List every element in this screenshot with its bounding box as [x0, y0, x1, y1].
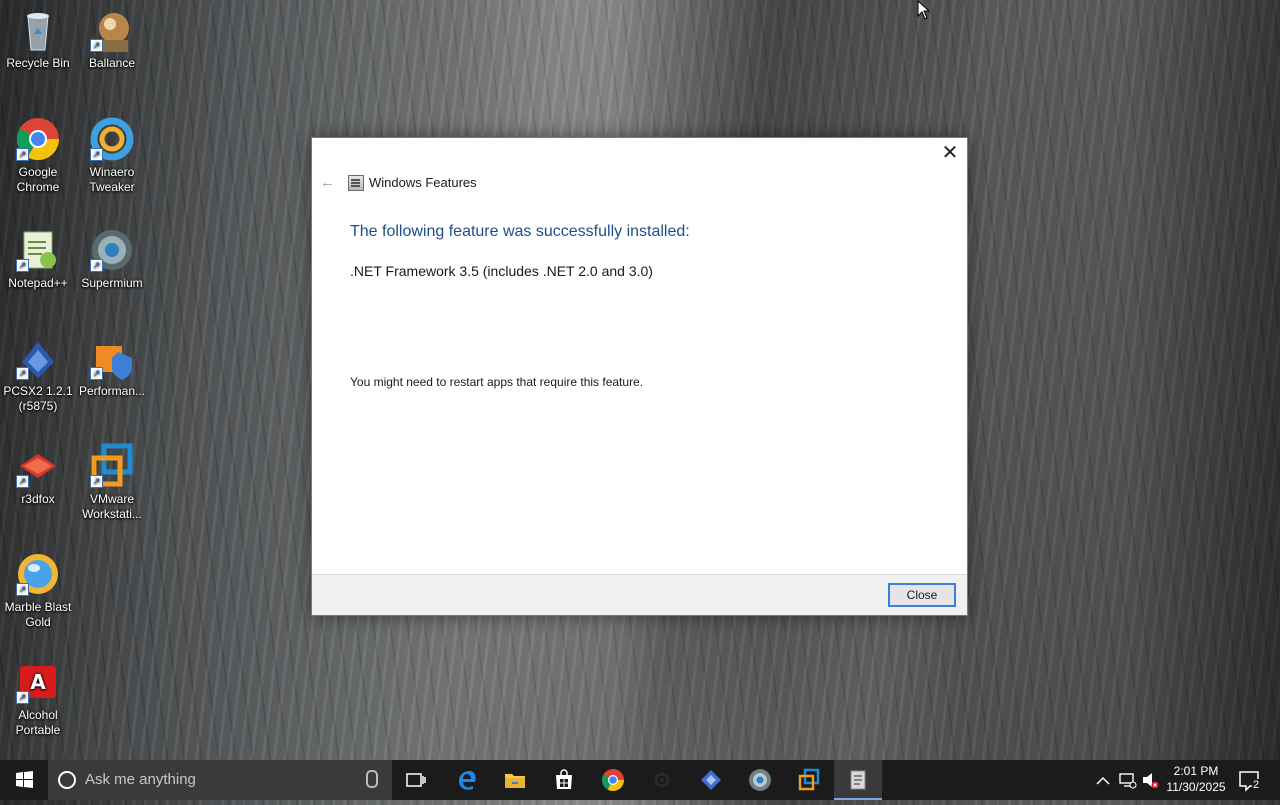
desktop-icon-pcsx2[interactable]: ↗ PCSX2 1.2.1 (r5875)	[0, 334, 76, 414]
mouse-cursor-icon	[917, 0, 931, 20]
supermium-icon: ↗	[88, 226, 136, 274]
desktop-icon-winaero-tweaker[interactable]: ↗ Winaero Tweaker	[74, 115, 150, 195]
desktop-icon-alcohol-portable[interactable]: A ↗ Alcohol Portable	[0, 658, 76, 738]
gear-icon	[654, 772, 670, 788]
edge-icon	[459, 771, 476, 790]
desktop-icon-label: Winaero Tweaker	[89, 165, 135, 194]
alcohol-portable-icon: A ↗	[14, 658, 62, 706]
desktop-icon-supermium[interactable]: ↗ Supermium	[74, 226, 150, 291]
windows-features-icon	[348, 175, 364, 191]
action-center-button[interactable]: 2	[1236, 760, 1266, 800]
notification-icon	[1239, 771, 1259, 792]
desktop-icon-performance[interactable]: ↗ Performan...	[74, 334, 150, 399]
restart-note: You might need to restart apps that requ…	[350, 375, 644, 389]
desktop-icon-label: PCSX2 1.2.1 (r5875)	[3, 384, 73, 413]
performance-icon: ↗	[88, 334, 136, 382]
clock-date: 11/30/2025	[1166, 780, 1226, 794]
system-clock[interactable]: 2:01 PM 11/30/2025	[1162, 763, 1230, 795]
desktop-icon-label: Supermium	[81, 276, 143, 290]
vmware-icon	[798, 768, 820, 791]
task-view-button[interactable]	[392, 760, 440, 800]
windows-logo-icon	[16, 771, 33, 788]
taskbar-file-explorer[interactable]	[491, 760, 539, 800]
desktop-icon-label: r3dfox	[21, 492, 55, 506]
desktop-icon-label: Performan...	[78, 384, 146, 398]
cortana-search-box[interactable]: Ask me anything	[48, 760, 392, 800]
taskbar-vmware[interactable]	[785, 760, 833, 800]
store-icon	[556, 769, 572, 789]
notepad-plus-plus-icon: ↗	[14, 226, 62, 274]
desktop-icon-google-chrome[interactable]: ↗ Google Chrome	[0, 115, 76, 195]
dialog-title: Windows Features	[369, 175, 477, 190]
pcsx2-icon: ↗	[14, 334, 62, 382]
installed-feature-name: .NET Framework 3.5 (includes .NET 2.0 an…	[350, 263, 653, 279]
desktop-icon-label: Recycle Bin	[6, 56, 70, 70]
desktop-icon-recycle-bin[interactable]: Recycle Bin	[0, 6, 76, 71]
desktop-icon-label: VMware Workstati...	[82, 492, 142, 521]
windows-features-dialog: ✕ ← Windows Features The following featu…	[311, 137, 968, 616]
chrome-icon: ↗	[14, 115, 62, 163]
network-status[interactable]	[1116, 760, 1138, 800]
desktop-icon-label: Alcohol Portable	[15, 708, 61, 737]
svg-text:A: A	[30, 670, 46, 694]
recycle-bin-icon	[14, 6, 62, 54]
taskbar-edge[interactable]	[443, 760, 491, 800]
taskbar-chrome[interactable]	[589, 760, 637, 800]
ballance-icon: ↗	[88, 6, 136, 54]
close-button[interactable]: Close	[888, 583, 956, 607]
show-hidden-icons[interactable]	[1094, 760, 1112, 800]
taskbar: Ask me anything 2:01 PM 11/30/2025 2	[0, 760, 1280, 800]
desktop-icon-label: Marble Blast Gold	[4, 600, 72, 629]
desktop-icon-marble-blast-gold[interactable]: ↗ Marble Blast Gold	[0, 550, 76, 630]
supermium-icon	[749, 769, 771, 791]
taskbar-pcsx2[interactable]	[687, 760, 735, 800]
dialog-footer: Close	[312, 574, 967, 615]
search-placeholder: Ask me anything	[85, 771, 196, 788]
clock-time: 2:01 PM	[1173, 764, 1219, 778]
desktop-icon-ballance[interactable]: ↗ Ballance	[74, 6, 150, 71]
volume-muted-icon	[1143, 773, 1159, 789]
taskbar-supermium[interactable]	[736, 760, 784, 800]
vmware-icon: ↗	[88, 442, 136, 490]
notification-count: 2	[1252, 779, 1261, 791]
back-arrow-icon[interactable]: ←	[320, 174, 335, 191]
winaero-tweaker-icon: ↗	[88, 115, 136, 163]
network-icon	[1119, 773, 1137, 789]
cortana-circle-icon	[58, 771, 76, 789]
taskbar-store[interactable]	[540, 760, 588, 800]
windows-features-icon	[850, 770, 866, 790]
start-button[interactable]	[0, 760, 48, 800]
success-heading: The following feature was successfully i…	[350, 223, 690, 240]
desktop-icon-label: Notepad++	[8, 276, 68, 290]
taskbar-settings[interactable]	[638, 760, 686, 800]
r3dfox-icon: ↗	[14, 442, 62, 490]
pcsx2-icon	[701, 770, 721, 790]
microphone-icon[interactable]	[366, 770, 378, 788]
volume-status[interactable]	[1140, 760, 1162, 800]
folder-icon	[505, 774, 525, 788]
desktop-icon-label: Ballance	[88, 56, 136, 70]
desktop-icon-vmware-workstation[interactable]: ↗ VMware Workstati...	[74, 442, 150, 522]
marble-blast-icon: ↗	[14, 550, 62, 598]
taskbar-windows-features[interactable]	[834, 760, 882, 800]
dialog-close-icon[interactable]: ✕	[939, 142, 961, 164]
chrome-icon	[602, 769, 624, 791]
desktop-icon-notepad-plus-plus[interactable]: ↗ Notepad++	[0, 226, 76, 291]
task-view-icon	[406, 773, 426, 787]
desktop-icon-r3dfox[interactable]: ↗ r3dfox	[0, 442, 76, 507]
chevron-up-icon	[1096, 776, 1110, 785]
desktop-icon-label: Google Chrome	[16, 165, 60, 194]
